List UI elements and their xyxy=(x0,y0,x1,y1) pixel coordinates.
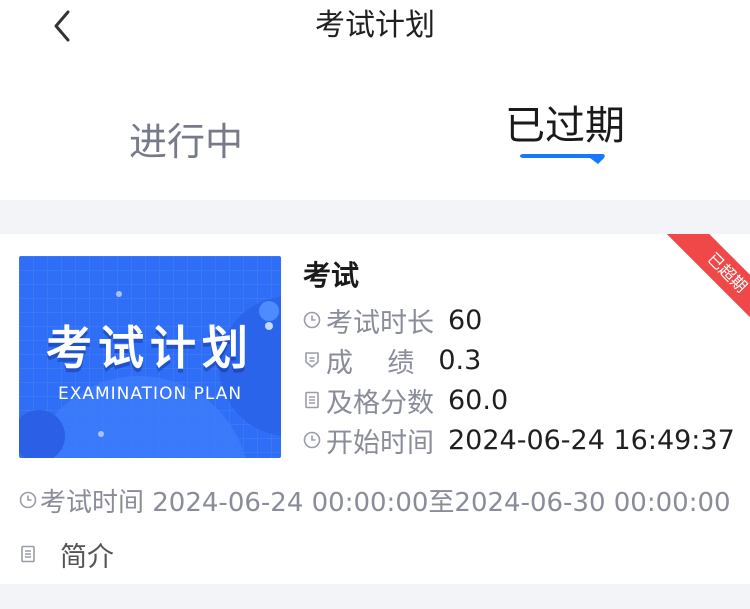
clock-icon xyxy=(303,311,321,329)
row-value: 60 xyxy=(448,304,483,336)
exam-time-text: 考试时间 2024-06-24 00:00:00至2024-06-30 00:0… xyxy=(40,487,731,518)
row-label: 成 绩 xyxy=(326,347,415,379)
document-icon xyxy=(305,391,319,409)
thumbnail-title: 考试计划 xyxy=(46,321,254,375)
overdue-badge: 已超期 xyxy=(658,234,750,326)
thumbnail-subtitle: EXAMINATION PLAN xyxy=(57,384,243,404)
clock-icon xyxy=(303,431,321,449)
row-value: 2024-06-24 16:49:37 xyxy=(448,424,735,456)
clock-icon xyxy=(19,491,37,509)
exam-time-row: 考试时间 2024-06-24 00:00:00至2024-06-30 00:0… xyxy=(18,480,731,520)
detail-row-duration: 考试时长 60 xyxy=(302,300,482,340)
header: 考试计划 xyxy=(0,0,750,56)
overdue-badge-label: 已超期 xyxy=(663,234,750,326)
exam-name: 考试 xyxy=(303,259,360,292)
tab-expired[interactable]: 已过期 xyxy=(465,102,665,150)
detail-row-score: 成 绩 0.3 xyxy=(302,340,481,380)
row-label: 考试时长 xyxy=(326,307,434,339)
row-label: 及格分数 xyxy=(326,387,434,419)
exam-card[interactable]: 考试计划 EXAMINATION PLAN 已超期 考试 考试时长 60 成 绩… xyxy=(0,234,750,584)
tab-active-indicator xyxy=(520,154,605,164)
tab-ongoing[interactable]: 进行中 xyxy=(86,118,286,166)
exam-thumbnail[interactable]: 考试计划 EXAMINATION PLAN xyxy=(19,256,281,458)
shield-icon xyxy=(305,352,319,368)
tab-bar: 进行中 已过期 xyxy=(0,56,750,200)
row-value: 60.0 xyxy=(448,384,509,416)
detail-row-start-time: 开始时间 2024-06-24 16:49:37 xyxy=(302,420,735,460)
intro-link[interactable]: 简介 xyxy=(18,534,114,574)
document-icon xyxy=(21,545,35,563)
page-title: 考试计划 xyxy=(315,8,435,43)
row-label: 开始时间 xyxy=(326,427,434,459)
intro-label: 简介 xyxy=(60,541,114,573)
detail-row-passing-score: 及格分数 60.0 xyxy=(302,380,508,420)
row-value: 0.3 xyxy=(438,344,482,376)
